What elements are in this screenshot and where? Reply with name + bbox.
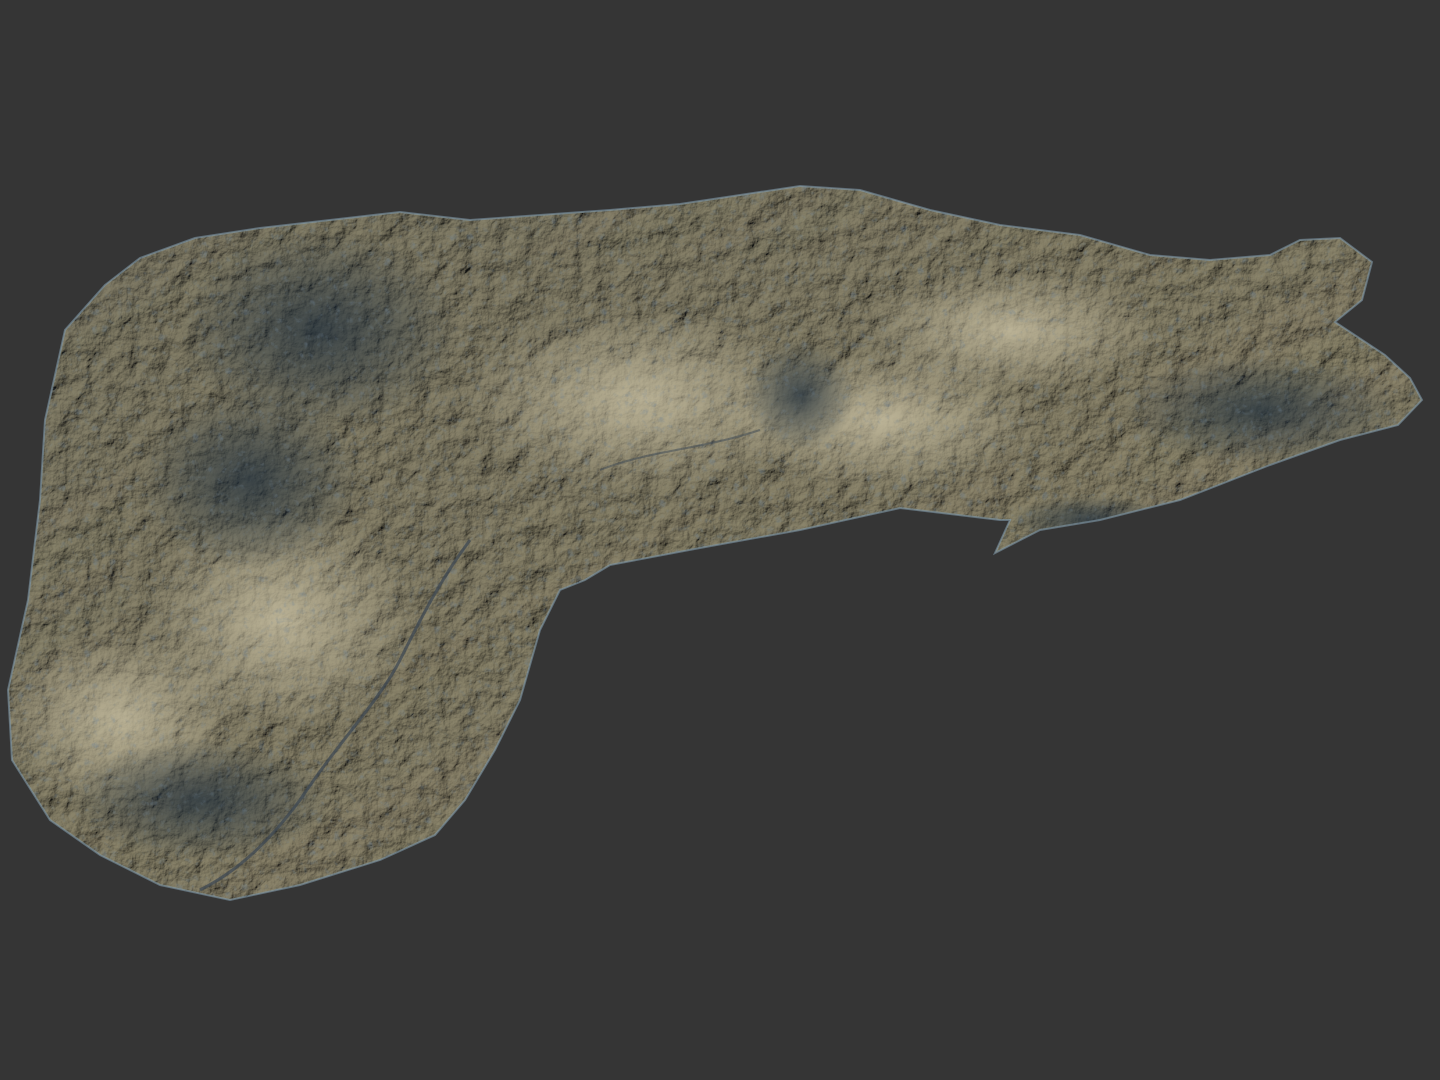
- 3d-viewport[interactable]: [0, 0, 1440, 1080]
- terrain-mesh: [7, 185, 1423, 901]
- terrain-body: [8, 186, 1422, 900]
